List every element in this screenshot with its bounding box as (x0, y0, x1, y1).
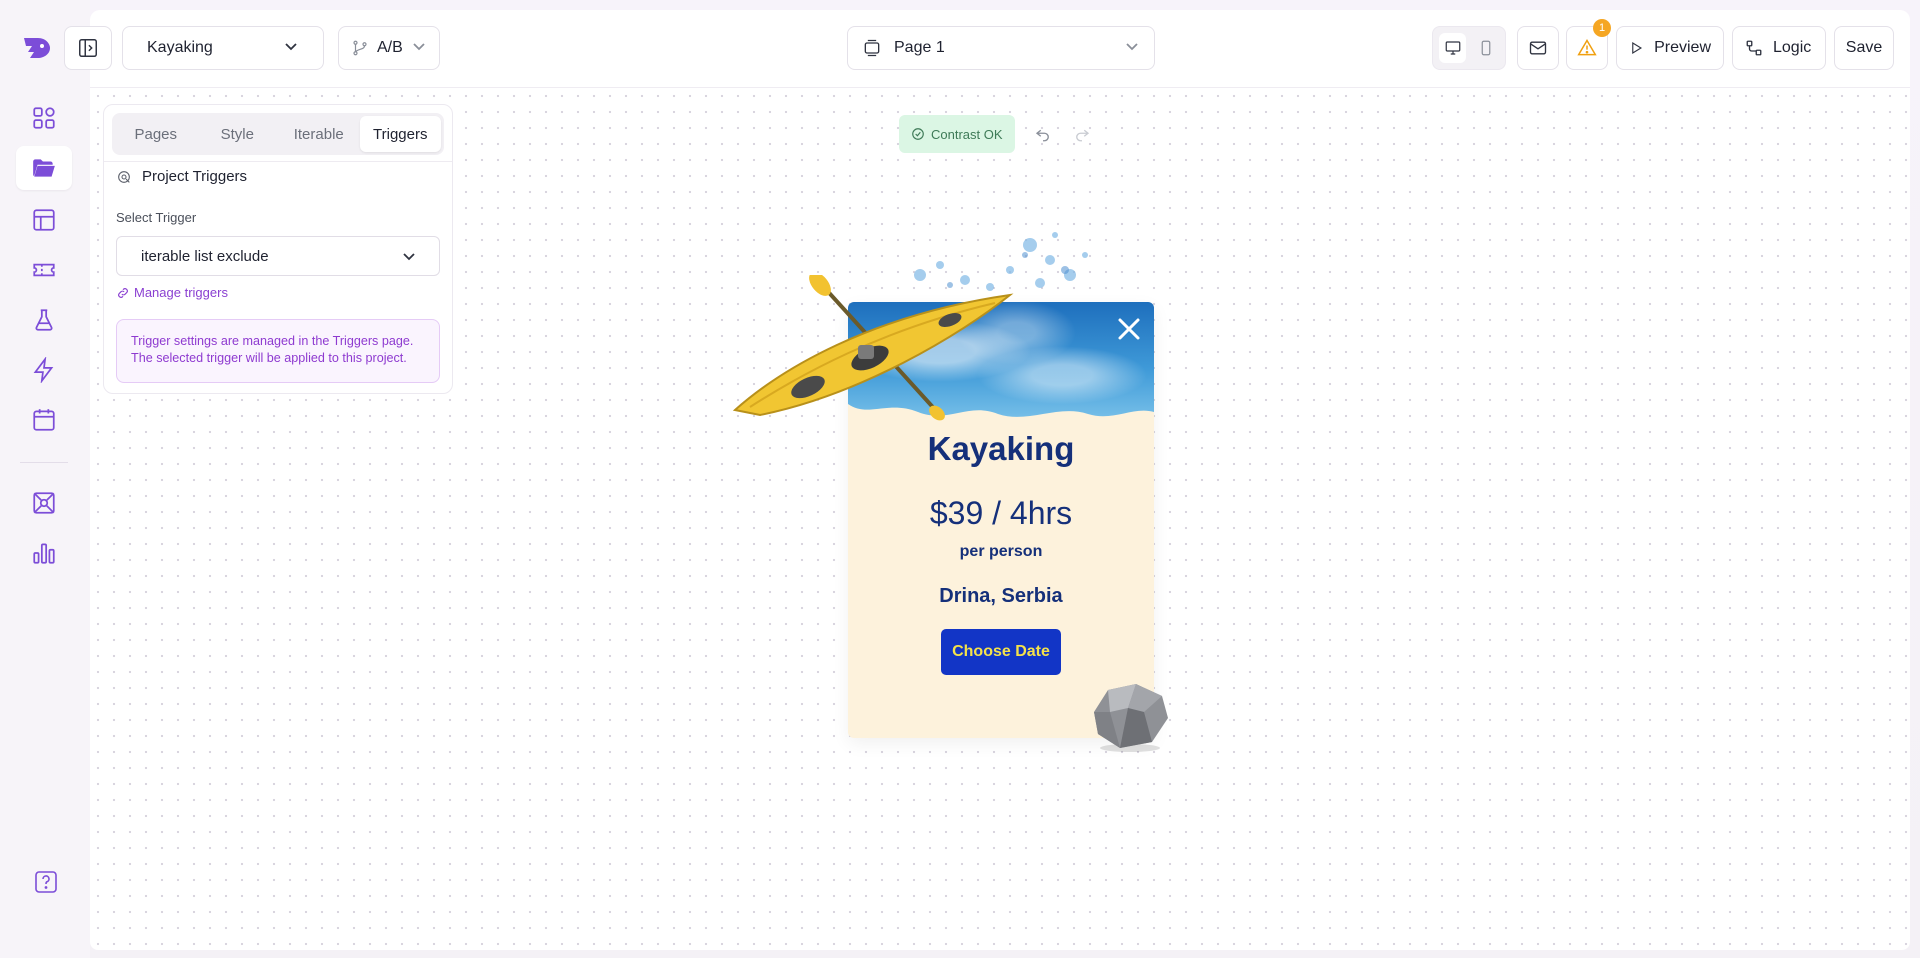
calendar-icon (33, 409, 55, 431)
tab-triggers[interactable]: Triggers (359, 116, 441, 152)
help-icon[interactable] (34, 870, 58, 894)
kayak-image (732, 275, 1014, 421)
tab-pages[interactable]: Pages (115, 116, 197, 152)
trigger-select-value: iterable list exclude (141, 247, 269, 265)
lightning-icon (33, 357, 54, 383)
page-select[interactable]: Page 1 (847, 26, 1155, 70)
section-title: Project Triggers (142, 168, 248, 185)
bar-chart-icon (33, 543, 55, 564)
tab-style[interactable]: Style (197, 116, 279, 152)
preview-label: Preview (1654, 39, 1711, 56)
ticket-icon (33, 263, 55, 277)
popup-title: Kayaking (927, 430, 1075, 467)
note-line-2: The selected trigger will be applied to … (131, 351, 407, 365)
integrations-nav-button[interactable] (16, 481, 72, 525)
ab-test-select[interactable]: A/B (338, 26, 440, 70)
mobile-icon (1481, 40, 1490, 56)
desktop-view-button[interactable] (1439, 33, 1466, 63)
trigger-target-icon (118, 170, 130, 183)
automations-nav-button[interactable] (16, 348, 72, 392)
folder-open-icon (33, 159, 55, 177)
tab-iterable[interactable]: Iterable (278, 116, 360, 152)
trigger-select[interactable]: iterable list exclude (116, 236, 440, 276)
pages-icon (864, 39, 880, 57)
contrast-label: Contrast OK (931, 126, 1003, 142)
projects-nav-button[interactable] (16, 146, 72, 190)
project-name: Kayaking (147, 39, 213, 56)
save-label: Save (1845, 39, 1883, 56)
chevron-down-icon (403, 253, 415, 261)
rock-image (1094, 684, 1168, 752)
preview-button[interactable]: Preview (1616, 26, 1724, 70)
trigger-info-note: Trigger settings are managed in the Trig… (116, 319, 440, 383)
coupons-nav-button[interactable] (16, 248, 72, 292)
rail-divider (20, 462, 68, 463)
email-button[interactable] (1517, 26, 1559, 70)
settings-panel: Pages Style Iterable Triggers Project Tr… (103, 104, 453, 394)
choose-date-button[interactable]: Choose Date (941, 629, 1061, 675)
panel-tabs: Pages Style Iterable Triggers (112, 113, 444, 155)
undo-button[interactable] (1030, 121, 1056, 147)
popup-price-unit: per person (959, 543, 1043, 560)
mobile-view-button[interactable] (1472, 33, 1499, 63)
warning-icon (1577, 39, 1597, 56)
redo-button[interactable] (1069, 121, 1095, 147)
check-circle-icon (912, 128, 924, 140)
close-icon[interactable] (1114, 314, 1144, 344)
logic-icon (1746, 40, 1762, 56)
left-rail (0, 0, 90, 958)
device-toggle (1432, 26, 1506, 70)
flask-icon (35, 309, 53, 331)
page-label: Page 1 (894, 39, 945, 56)
panel-divider (104, 161, 452, 162)
warning-count-badge: 1 (1593, 19, 1611, 37)
templates-nav-button[interactable] (16, 198, 72, 242)
play-icon (1632, 41, 1643, 55)
chevron-down-icon (1124, 38, 1140, 59)
logic-label: Logic (1773, 39, 1812, 56)
app-logo-icon[interactable] (20, 30, 54, 64)
popup-location: Drina, Serbia (939, 585, 1063, 607)
dashboard-nav-button[interactable] (16, 96, 72, 140)
top-bar: Kayaking A/B Page 1 1 Preview Logic Save (64, 10, 1910, 88)
redo-icon (1076, 129, 1090, 142)
save-button[interactable]: Save (1834, 26, 1894, 70)
integrations-icon (33, 492, 55, 514)
warnings-button[interactable]: 1 (1566, 19, 1611, 70)
contrast-status-badge: Contrast OK (899, 115, 1015, 153)
desktop-icon (1445, 41, 1460, 55)
ab-label: A/B (377, 39, 403, 56)
undo-icon (1035, 129, 1049, 142)
chevron-down-icon (283, 38, 299, 59)
logic-button[interactable]: Logic (1732, 26, 1826, 70)
branch-icon (353, 40, 367, 56)
mail-icon (1529, 41, 1547, 55)
select-trigger-label: Select Trigger (116, 210, 197, 225)
sidebar-toggle-icon (79, 39, 97, 57)
popup-price: $39 / 4hrs (929, 495, 1073, 531)
link-icon (118, 287, 128, 298)
toggle-panel-button[interactable] (64, 26, 112, 70)
chevron-down-icon (411, 38, 427, 59)
project-select[interactable]: Kayaking (122, 26, 324, 70)
manage-triggers-link[interactable]: Manage triggers (116, 285, 228, 300)
project-triggers-heading: Project Triggers (116, 168, 247, 185)
calendar-nav-button[interactable] (16, 398, 72, 442)
grid-icon (33, 107, 55, 129)
layout-icon (33, 209, 55, 231)
analytics-nav-button[interactable] (16, 531, 72, 575)
experiments-nav-button[interactable] (16, 298, 72, 342)
manage-triggers-label: Manage triggers (134, 285, 228, 300)
note-line-1: Trigger settings are managed in the Trig… (131, 334, 414, 348)
